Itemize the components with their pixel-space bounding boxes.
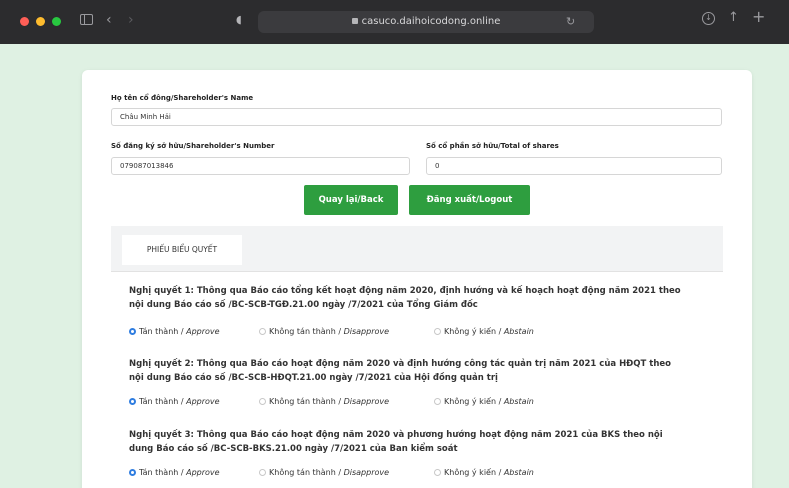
address-bar[interactable]: casuco.daihoicodong.online [258, 11, 594, 33]
resolution-3-text: Nghị quyết 3: Thông qua Báo cáo hoạt độn… [129, 430, 663, 454]
name-label: Họ tên cổ đông/Shareholder's Name [111, 94, 254, 102]
back-button[interactable]: Quay lại/Back [304, 185, 398, 215]
name-field[interactable]: Châu Minh Hải [111, 108, 722, 126]
reload-icon[interactable]: ↻ [566, 15, 575, 29]
radio-selected-icon[interactable] [129, 397, 136, 405]
resolution-2-text: Nghị quyết 2: Thông qua Báo cáo hoạt độn… [129, 359, 672, 383]
minimize-window-button[interactable] [36, 17, 45, 26]
abstain-option-2[interactable]: Không ý kiến / Abstain [434, 397, 534, 406]
approve-option-2[interactable]: Tán thành / Approve [129, 397, 220, 406]
abstain-option-1[interactable]: Không ý kiến / Abstain [434, 327, 534, 336]
ballot-tab-bar: PHIẾU BIỂU QUYẾT [111, 226, 723, 272]
abstain-option-3[interactable]: Không ý kiến / Abstain [434, 468, 534, 477]
radio-icon[interactable] [434, 468, 441, 476]
disapprove-option-2[interactable]: Không tán thành / Disapprove [259, 397, 389, 406]
disapprove-option-3[interactable]: Không tán thành / Disapprove [259, 468, 389, 477]
url-text: casuco.daihoicodong.online [361, 16, 501, 27]
plus-icon[interactable]: + [752, 9, 765, 25]
browser-toolbar: ‹ › ◖ casuco.daihoicodong.online ↻ ↓ ↑ + [0, 0, 789, 44]
radio-selected-icon[interactable] [129, 327, 136, 335]
tab-ballot[interactable]: PHIẾU BIỂU QUYẾT [122, 235, 242, 265]
approve-option-1[interactable]: Tán thành / Approve [129, 327, 220, 336]
number-label: Số đăng ký sở hữu/Shareholder's Number [111, 142, 275, 150]
back-icon[interactable]: ‹ [106, 13, 112, 27]
close-window-button[interactable] [20, 17, 29, 26]
shares-field[interactable]: 0 [426, 157, 722, 175]
logout-button[interactable]: Đăng xuất/Logout [409, 185, 530, 215]
shield-icon[interactable]: ◖ [236, 13, 242, 27]
radio-icon[interactable] [259, 327, 266, 335]
shares-label: Số cổ phần sở hữu/Total of shares [426, 142, 559, 150]
radio-icon[interactable] [259, 468, 266, 476]
lock-icon [351, 18, 358, 24]
radio-icon[interactable] [434, 397, 441, 405]
shareholder-card: Họ tên cổ đông/Shareholder's Name Châu M… [82, 70, 752, 488]
number-field[interactable]: 079087013846 [111, 157, 410, 175]
download-icon[interactable]: ↓ [702, 12, 715, 25]
radio-icon[interactable] [434, 327, 441, 335]
forward-icon[interactable]: › [128, 13, 134, 27]
share-icon[interactable]: ↑ [728, 11, 739, 25]
resolution-1-text: Nghị quyết 1: Thông qua Báo cáo tổng kết… [129, 286, 681, 310]
maximize-window-button[interactable] [52, 17, 61, 26]
disapprove-option-1[interactable]: Không tán thành / Disapprove [259, 327, 389, 336]
ballot-panel: PHIẾU BIỂU QUYẾT Nghị quyết 1: Thông qua… [111, 226, 723, 488]
radio-selected-icon[interactable] [129, 468, 136, 476]
radio-icon[interactable] [259, 397, 266, 405]
approve-option-3[interactable]: Tán thành / Approve [129, 468, 220, 477]
sidebar-icon[interactable] [80, 14, 93, 25]
